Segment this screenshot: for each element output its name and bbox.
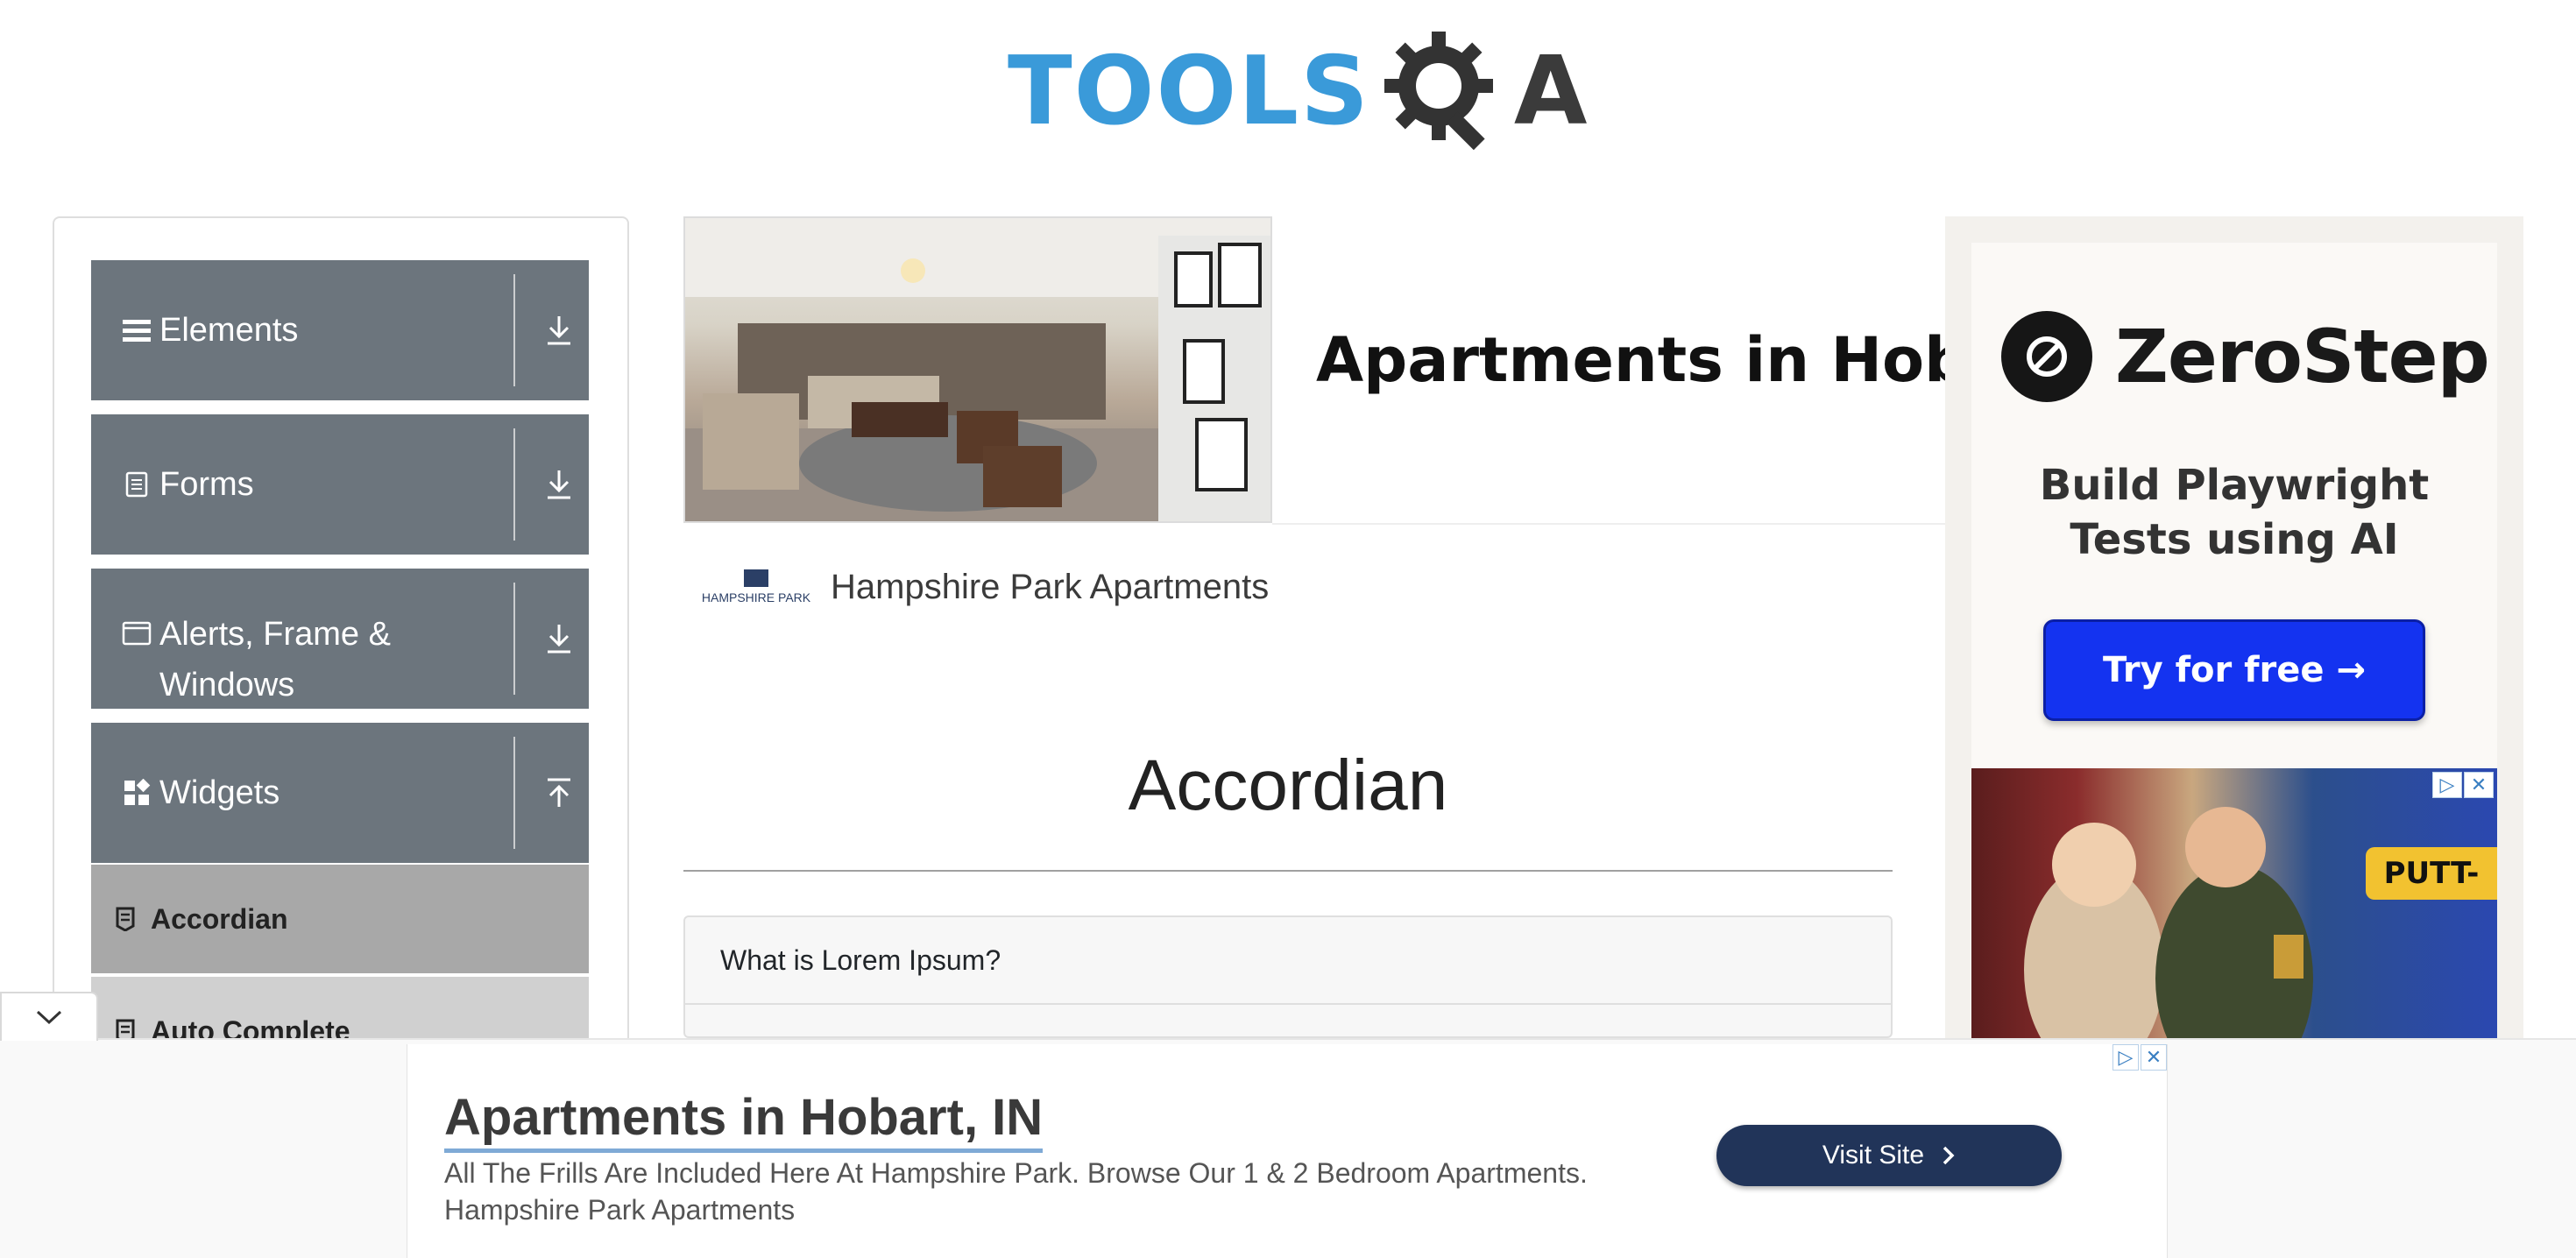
putt-sign: PUTT- — [2366, 847, 2497, 900]
close-icon[interactable]: ✕ — [2141, 1044, 2167, 1071]
zerostep-tagline: Build Playwright Tests using AI — [1945, 458, 2523, 567]
ad-choices[interactable]: ▷ ✕ — [2112, 1044, 2167, 1071]
banner-divider — [1272, 523, 1947, 525]
apartment-photo[interactable] — [683, 216, 1272, 523]
sidebar-group-label: Widgets — [159, 774, 280, 811]
close-icon[interactable]: ✕ — [2464, 772, 2494, 798]
bottom-ad-text: All The Frills Are Included Here At Hamp… — [444, 1157, 1588, 1189]
adchoices-icon[interactable]: ▷ — [2432, 772, 2462, 798]
page-title: Accordian — [1128, 746, 1448, 825]
bottom-ad-description: All The Frills Are Included Here At Hamp… — [444, 1155, 1671, 1228]
sidebar-group-label: Elements — [159, 312, 299, 349]
advertiser-logo-text: HAMPSHIRE PARK — [701, 590, 811, 604]
ad-photo[interactable]: PUTT- ▷ ✕ — [1971, 768, 2497, 1040]
title-divider — [683, 870, 1893, 872]
adchoices-icon[interactable]: ▷ — [2112, 1044, 2139, 1071]
window-icon — [119, 621, 154, 646]
upload-arrow-icon[interactable] — [529, 723, 589, 863]
right-ad[interactable]: ZeroStep Build Playwright Tests using AI… — [1945, 216, 2523, 1040]
banner-advertiser[interactable]: HAMPSHIRE PARK Hampshire Park Apartments — [699, 561, 1269, 613]
hamburger-icon — [119, 317, 154, 343]
advertiser-name: Hampshire Park Apartments — [831, 567, 1270, 606]
bottom-ad-advertiser: Hampshire Park Apartments — [444, 1194, 796, 1226]
logo-text: TOOLS — [1008, 37, 1370, 146]
zerostep-logo: ZeroStep — [2001, 311, 2490, 402]
separator — [513, 274, 515, 386]
advertiser-logo: HAMPSHIRE PARK — [699, 561, 813, 613]
toolsqa-logo[interactable]: TOOLS A — [1008, 26, 1588, 158]
sidebar-item-accordian[interactable]: Accordian — [91, 865, 589, 973]
bottom-ad[interactable]: Apartments in Hobart, IN All The Frills … — [407, 1044, 2168, 1258]
sidebar-group-elements[interactable]: Elements — [91, 260, 589, 400]
file-icon — [116, 907, 140, 931]
sidebar-group-forms[interactable]: Forms — [91, 414, 589, 555]
zerostep-brand: ZeroStep — [2115, 314, 2490, 399]
visit-site-button[interactable]: Visit Site — [1716, 1125, 2062, 1186]
ad-choices[interactable]: ▷ ✕ — [2432, 772, 2494, 798]
document-icon — [119, 471, 154, 498]
separator — [513, 737, 515, 849]
left-sidebar: Elements Forms Alerts, Frame & Windows W… — [53, 216, 629, 1092]
separator — [513, 428, 515, 541]
widgets-icon — [119, 779, 154, 807]
sidebar-group-alerts-frame-windows[interactable]: Alerts, Frame & Windows — [91, 569, 589, 709]
building-icon — [744, 569, 768, 587]
sidebar-item-label: Accordian — [151, 902, 288, 935]
chevron-right-icon — [1943, 1146, 1955, 1165]
sidebar-group-label: Alerts, Frame & Windows — [159, 616, 391, 703]
download-arrow-icon[interactable] — [529, 569, 589, 709]
bottom-ad-title[interactable]: Apartments in Hobart, IN — [444, 1088, 1044, 1153]
logo-suffix: A — [1513, 37, 1588, 146]
visit-site-label: Visit Site — [1822, 1141, 1925, 1170]
chevron-down-icon — [36, 1010, 62, 1025]
zerostep-logo-icon — [2001, 311, 2092, 402]
separator — [513, 583, 515, 695]
gear-magnifier-icon — [1377, 25, 1509, 160]
download-arrow-icon[interactable] — [529, 414, 589, 555]
try-for-free-button[interactable]: Try for free → — [2043, 619, 2425, 721]
tagline-line-2: Tests using AI — [2070, 515, 2399, 564]
sidebar-group-label: Forms — [159, 466, 254, 503]
tagline-line-1: Build Playwright — [2039, 461, 2430, 510]
collapse-ad-toggle[interactable] — [0, 992, 98, 1041]
sidebar-group-widgets[interactable]: Widgets — [91, 723, 589, 863]
download-arrow-icon[interactable] — [529, 260, 589, 400]
accordion-section-heading[interactable]: What is Lorem Ipsum? — [685, 917, 1891, 1005]
accordion: What is Lorem Ipsum? — [683, 915, 1893, 1038]
